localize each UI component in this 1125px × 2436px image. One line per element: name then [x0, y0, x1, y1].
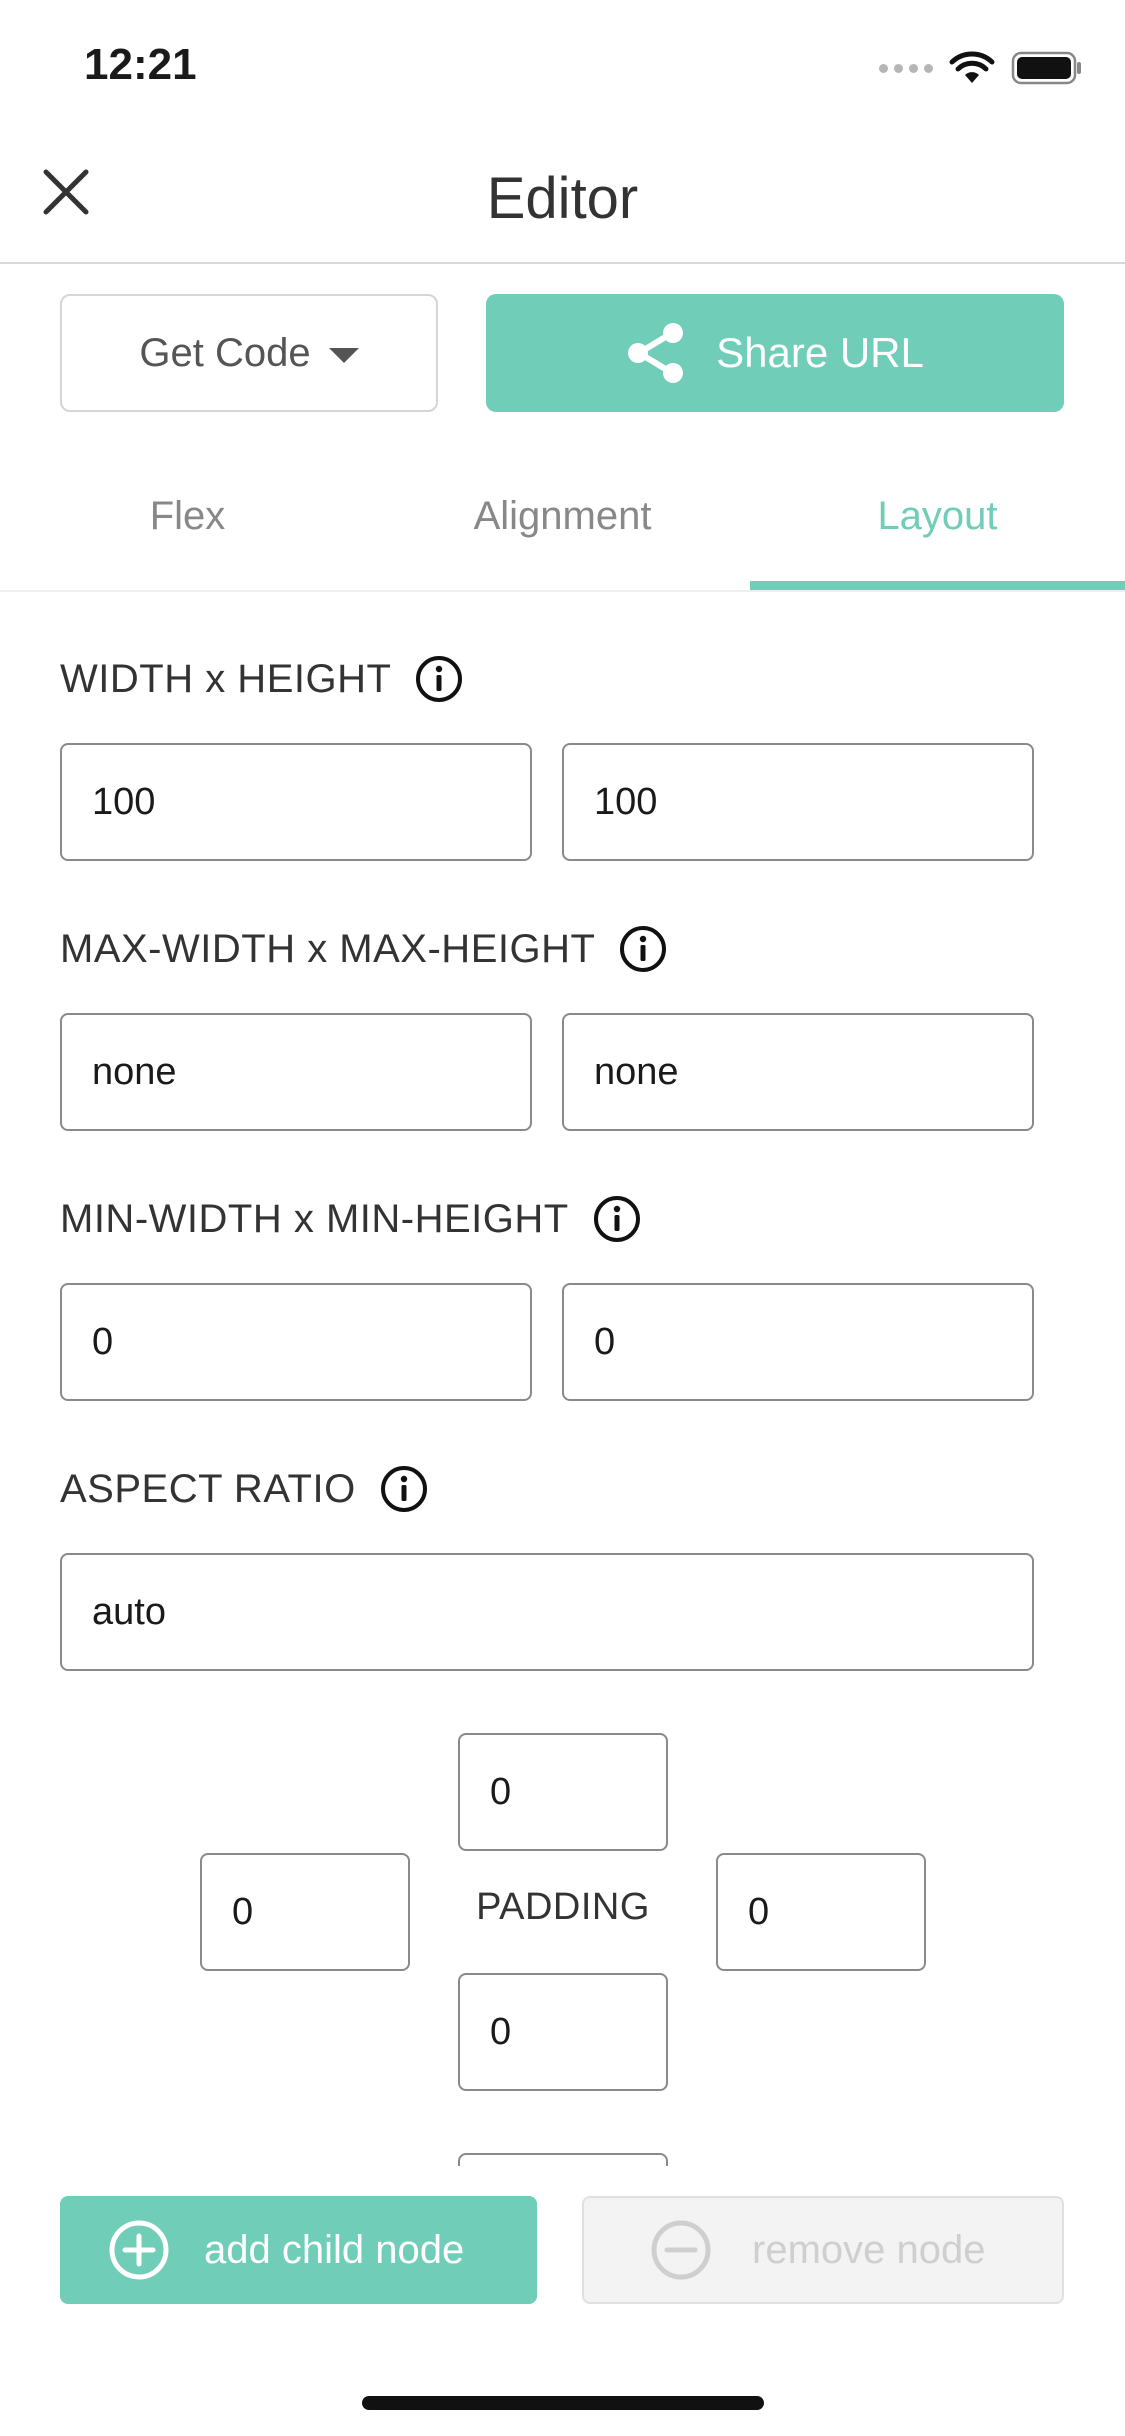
remove-node-label: remove node	[752, 2227, 986, 2272]
page-title: Editor	[486, 166, 639, 231]
status-indicators	[879, 50, 1083, 86]
size-section-header: WIDTH x HEIGHT	[60, 655, 463, 703]
nav-divider	[0, 262, 1125, 264]
width-input[interactable]: 100	[60, 743, 532, 861]
share-url-label: Share URL	[716, 329, 924, 376]
remove-node-button[interactable]: remove node	[582, 2196, 1064, 2304]
status-time: 12:21	[84, 40, 197, 89]
share-url-button[interactable]: Share URL	[486, 294, 1064, 412]
max-size-section-header: MAX-WIDTH x MAX-HEIGHT	[60, 925, 667, 973]
max-width-input[interactable]: none	[60, 1013, 532, 1131]
info-icon[interactable]	[619, 925, 667, 973]
tabs-divider	[0, 590, 1125, 592]
info-icon[interactable]	[380, 1465, 428, 1513]
height-input[interactable]: 100	[562, 743, 1034, 861]
tab-layout[interactable]: Layout	[750, 470, 1125, 590]
aspect-ratio-input[interactable]: auto	[60, 1553, 1034, 1671]
add-child-node-button[interactable]: add child node	[60, 2196, 537, 2304]
padding-top-input[interactable]: 0	[458, 1733, 668, 1851]
padding-right-input[interactable]: 0	[716, 1853, 926, 1971]
size-label: WIDTH x HEIGHT	[60, 656, 392, 701]
max-height-input[interactable]: none	[562, 1013, 1034, 1131]
share-icon	[628, 323, 684, 383]
min-width-input[interactable]: 0	[60, 1283, 532, 1401]
info-icon[interactable]	[415, 655, 463, 703]
get-code-button[interactable]: Get Code	[60, 294, 438, 412]
add-child-node-label: add child node	[204, 2227, 465, 2272]
signal-icon	[879, 63, 933, 73]
aspect-ratio-section-header: ASPECT RATIO	[60, 1465, 428, 1513]
min-height-input[interactable]: 0	[562, 1283, 1034, 1401]
home-indicator[interactable]	[362, 2396, 764, 2410]
minus-circle-icon	[651, 2220, 711, 2280]
get-code-label: Get Code	[139, 330, 311, 375]
tab-alignment[interactable]: Alignment	[375, 470, 750, 590]
padding-label: PADDING	[476, 1886, 650, 1928]
battery-icon	[1011, 51, 1081, 85]
tab-bar: Flex Alignment Layout	[0, 470, 1125, 590]
plus-circle-icon	[109, 2220, 169, 2280]
max-size-label: MAX-WIDTH x MAX-HEIGHT	[60, 926, 596, 971]
wifi-icon	[949, 51, 995, 83]
min-size-section-header: MIN-WIDTH x MIN-HEIGHT	[60, 1195, 641, 1243]
aspect-ratio-label: ASPECT RATIO	[60, 1466, 356, 1511]
padding-left-input[interactable]: 0	[200, 1853, 410, 1971]
min-size-label: MIN-WIDTH x MIN-HEIGHT	[60, 1196, 569, 1241]
chevron-down-icon	[328, 347, 359, 363]
padding-bottom-input[interactable]: 0	[458, 1973, 668, 2091]
info-icon[interactable]	[593, 1195, 641, 1243]
tab-flex[interactable]: Flex	[0, 470, 375, 590]
